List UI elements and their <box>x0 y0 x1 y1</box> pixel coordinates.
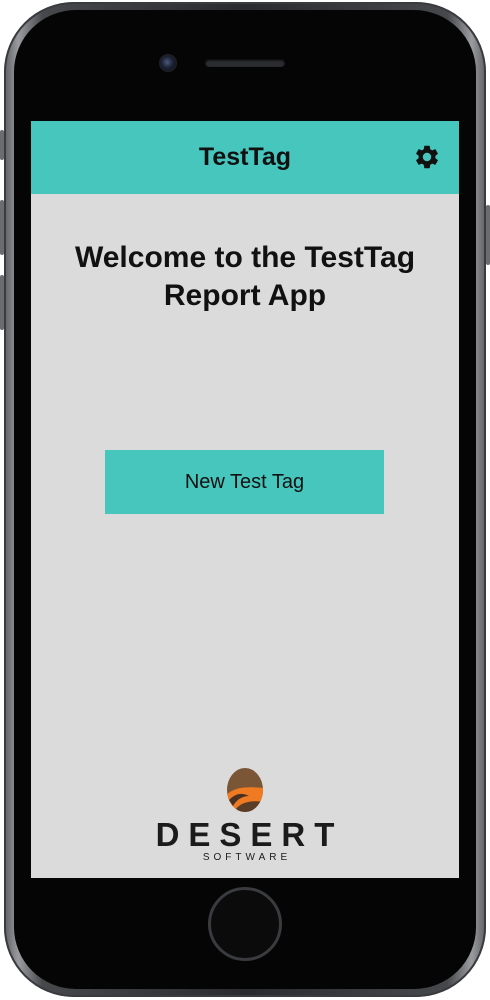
logo-subtitle: SOFTWARE <box>202 852 292 863</box>
earpiece-speaker <box>205 59 285 67</box>
new-test-tag-button[interactable]: New Test Tag <box>105 450 384 514</box>
volume-down-button <box>0 275 4 330</box>
front-camera <box>159 54 177 72</box>
welcome-heading: Welcome to the TestTag Report App <box>51 239 439 315</box>
desert-software-logo: DESERT SOFTWARE <box>31 766 459 863</box>
power-button <box>486 205 490 265</box>
gear-icon[interactable] <box>413 143 441 171</box>
home-button[interactable] <box>208 887 282 961</box>
app-screen: TestTag Welcome to the TestTag Report Ap… <box>31 121 459 878</box>
app-title: TestTag <box>198 143 292 171</box>
volume-up-button <box>0 200 4 255</box>
app-header: TestTag <box>31 121 459 194</box>
desert-logo-icon <box>227 768 263 812</box>
welcome-line-1: Welcome to the TestTag <box>74 241 416 274</box>
welcome-line-2: Report App <box>163 279 327 312</box>
mute-switch <box>0 130 4 160</box>
logo-wordmark: DESERT <box>155 816 344 853</box>
